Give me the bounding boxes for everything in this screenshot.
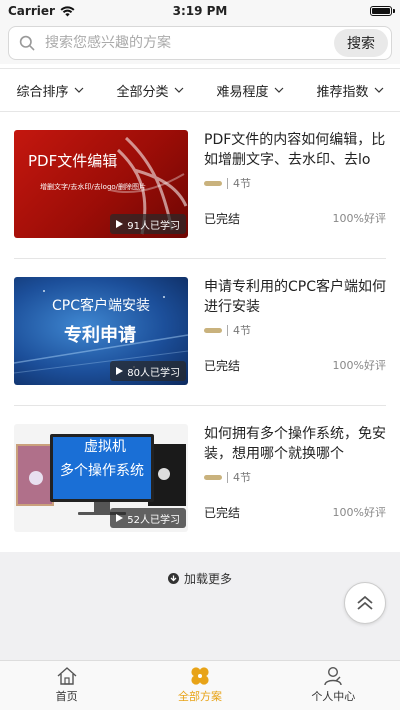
course-rating: 100%好评 <box>332 359 386 372</box>
tab-profile[interactable]: 个人中心 <box>267 661 400 710</box>
tab-home[interactable]: 首页 <box>0 661 133 710</box>
course-thumbnail: CPC客户端安装 专利申请 80人已学习 <box>14 277 188 385</box>
play-icon <box>116 367 124 375</box>
course-rating: 100%好评 <box>332 212 386 225</box>
thumbnail-subtitle: 增删文字/去水印/去logo/删除图片 <box>40 183 147 191</box>
search-box: 搜索 <box>8 26 392 60</box>
status-bar: Carrier 3:19 PM <box>0 0 400 22</box>
course-title: 如何拥有多个操作系统，免安装，想用哪个就换哪个 <box>204 426 386 462</box>
tab-bar: 首页 全部方案 个人中心 <box>0 660 400 710</box>
thumbnail-subtitle: 多个操作系统 <box>60 463 144 479</box>
filter-recommend[interactable]: 推荐指数 <box>300 81 400 100</box>
course-thumbnail: 虚拟机 多个操作系统 52人已学习 <box>14 424 188 532</box>
play-icon <box>116 220 124 228</box>
tab-all-plans[interactable]: 全部方案 <box>133 661 266 710</box>
course-title: PDF文件的内容如何编辑，比如增删文字、去水印、去log... <box>204 132 386 168</box>
meta-divider <box>227 471 228 483</box>
course-meta: 4节 <box>204 469 251 485</box>
search-input[interactable] <box>35 27 334 59</box>
chevron-down-icon <box>174 87 183 93</box>
filter-sort[interactable]: 综合排序 <box>0 81 100 100</box>
course-status: 已完结 <box>204 212 241 226</box>
learned-count-badge: 80人已学习 <box>110 361 186 381</box>
chevron-down-icon <box>274 87 283 93</box>
course-meta: 4节 <box>204 175 251 191</box>
chevron-down-icon <box>374 87 383 93</box>
tab-label: 首页 <box>55 690 78 703</box>
chevron-down-icon <box>74 87 83 93</box>
thumbnail-title: 虚拟机 <box>84 439 126 455</box>
lesson-count: 4节 <box>233 324 251 337</box>
wifi-icon <box>60 5 75 16</box>
filter-label: 推荐指数 <box>316 84 369 100</box>
user-icon <box>324 666 343 686</box>
search-button[interactable]: 搜索 <box>334 29 388 57</box>
learned-count: 91人已学习 <box>127 220 180 232</box>
load-more-label: 加载更多 <box>183 572 232 586</box>
tab-label: 个人中心 <box>311 690 356 703</box>
difficulty-indicator <box>204 180 222 186</box>
course-thumbnail: PDF文件编辑 增删文字/去水印/去logo/删除图片 91人已学习 <box>14 130 188 238</box>
filter-difficulty[interactable]: 难易程度 <box>200 81 300 100</box>
course-rating: 100%好评 <box>332 506 386 519</box>
filter-label: 全部分类 <box>116 84 169 100</box>
difficulty-indicator <box>204 474 222 480</box>
arrow-down-circle-icon <box>167 573 179 584</box>
search-bar: 搜索 <box>0 22 400 64</box>
battery-icon <box>370 6 395 16</box>
filter-label: 综合排序 <box>16 84 69 100</box>
filter-bar: 综合排序 全部分类 难易程度 推荐指数 <box>0 68 400 112</box>
lesson-count: 4节 <box>233 177 251 190</box>
thumbnail-title: CPC客户端安装 <box>52 298 150 314</box>
course-status: 已完结 <box>204 359 241 373</box>
tab-label: 全部方案 <box>177 690 222 703</box>
course-meta: 4节 <box>204 322 251 338</box>
learned-count: 80人已学习 <box>127 367 180 379</box>
scroll-to-top-button[interactable] <box>344 582 386 624</box>
clover-icon <box>191 667 209 685</box>
filter-category[interactable]: 全部分类 <box>100 81 200 100</box>
course-item[interactable]: CPC客户端安装 专利申请 80人已学习 申请专利用的CPC客户端如何进行安装 … <box>0 259 400 406</box>
meta-divider <box>227 324 228 336</box>
course-item[interactable]: PDF文件编辑 增删文字/去水印/去logo/删除图片 91人已学习 PDF文件… <box>0 112 400 259</box>
learned-count: 52人已学习 <box>127 514 180 526</box>
home-icon <box>57 667 77 685</box>
load-more-button[interactable]: 加载更多 <box>0 570 400 587</box>
filter-label: 难易程度 <box>216 84 269 100</box>
course-status: 已完结 <box>204 506 241 520</box>
course-item[interactable]: 虚拟机 多个操作系统 52人已学习 如何拥有多个操作系统，免安装，想用哪个就换哪… <box>0 406 400 553</box>
thumbnail-title: PDF文件编辑 <box>28 152 118 170</box>
difficulty-indicator <box>204 327 222 333</box>
meta-divider <box>227 177 228 189</box>
learned-count-badge: 52人已学习 <box>110 508 186 528</box>
status-left: Carrier <box>8 4 75 18</box>
learned-count-badge: 91人已学习 <box>110 214 186 234</box>
load-more-area: 加载更多 <box>0 552 400 660</box>
thumbnail-subtitle: 专利申请 <box>64 325 136 346</box>
course-title: 申请专利用的CPC客户端如何进行安装 <box>204 279 386 315</box>
search-icon <box>19 35 35 51</box>
lesson-count: 4节 <box>233 471 251 484</box>
carrier-label: Carrier <box>8 4 55 18</box>
double-chevron-up-icon <box>357 595 373 610</box>
play-icon <box>116 514 124 522</box>
